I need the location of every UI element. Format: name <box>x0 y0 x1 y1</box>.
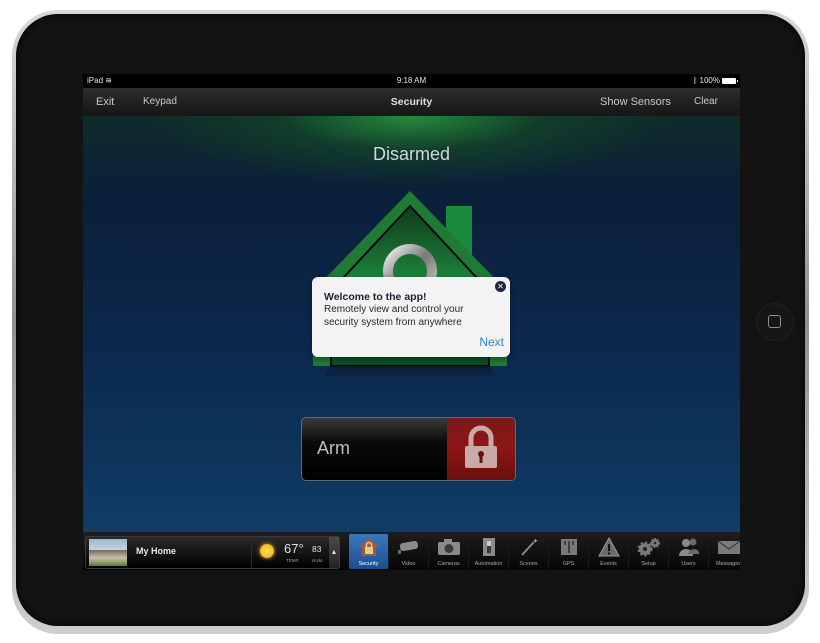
arm-status: Disarmed <box>372 144 451 164</box>
battery-icon <box>722 78 738 84</box>
lock-icon <box>465 425 497 468</box>
temperature-label: TEMP. <box>286 558 300 563</box>
clock: 9:18 AM <box>396 76 427 85</box>
tab-label: Messages <box>715 561 740 567</box>
svg-text:✦: ✦ <box>533 538 538 545</box>
humidity-value: 83 <box>312 544 322 554</box>
home-square-icon <box>768 315 781 328</box>
envelope-icon <box>717 540 740 554</box>
temperature-value: 67° <box>284 541 304 556</box>
tab-label: Video <box>401 561 416 567</box>
chevron-up-icon: ▲ <box>330 549 338 556</box>
popup-title: Welcome to the app! <box>324 291 427 303</box>
home-photo <box>89 539 127 566</box>
tab-video[interactable]: Video <box>389 534 429 569</box>
humidity-label: HUM. <box>312 558 324 563</box>
popup-body: Remotely view and control your security … <box>324 304 464 328</box>
arm-button[interactable]: Arm <box>301 417 516 481</box>
switch-icon <box>482 538 495 556</box>
tab-users[interactable]: Users <box>669 534 709 569</box>
battery-percent: 100% <box>699 76 720 85</box>
house-lock-icon <box>358 538 379 556</box>
tab-security[interactable]: Security <box>349 534 389 569</box>
divider <box>251 537 252 568</box>
tab-label: Scenes <box>519 561 538 567</box>
welcome-popup: ✕ Welcome to the app! Remotely view and … <box>312 277 510 357</box>
tab-label: Cameras <box>437 561 460 567</box>
tab-setup[interactable]: Setup <box>629 534 669 569</box>
users-icon <box>678 538 699 556</box>
tab-scenes[interactable]: ✦ Scenes <box>509 534 549 569</box>
tab-messages[interactable]: Messages <box>709 534 740 569</box>
video-camera-icon <box>397 540 418 554</box>
map-icon <box>560 539 577 555</box>
expand-up-button[interactable]: ▲ <box>329 537 339 568</box>
home-button[interactable] <box>757 304 793 340</box>
tab-label: GPS <box>562 561 575 567</box>
gears-icon <box>637 538 660 557</box>
warning-icon <box>597 537 620 557</box>
house-reflection <box>324 366 496 376</box>
status-bar: iPad ≋ 9:18 AM ᛒ 100% <box>83 74 740 88</box>
tab-events[interactable]: Events <box>589 534 629 569</box>
app-screen: iPad ≋ 9:18 AM ᛒ 100% Exit Keypad Securi… <box>83 74 740 570</box>
bottom-toolbar: My Home 67° TEMP. 83 HUM. ▲ Security Vid… <box>83 531 740 570</box>
tab-label: Users <box>681 561 696 567</box>
tab-label: Events <box>600 561 617 567</box>
tab-gps[interactable]: GPS <box>549 534 589 569</box>
sun-icon <box>260 544 274 558</box>
tab-label: Setup <box>641 561 656 567</box>
home-name: My Home <box>136 546 177 556</box>
tab-label: Automation <box>474 561 503 567</box>
battery-status: ᛒ 100% <box>692 74 738 88</box>
security-panel: Disarmed ✕ Welcome to the app! Remotely … <box>83 116 740 531</box>
tab-cameras[interactable]: Cameras <box>429 534 469 569</box>
tab-bar: Security Video Cameras Automation ✦ Scen… <box>349 534 740 569</box>
arm-label: Arm <box>317 438 350 458</box>
magic-wand-icon: ✦ <box>520 538 538 556</box>
home-location-card[interactable]: My Home 67° TEMP. 83 HUM. ▲ <box>85 536 340 569</box>
arm-lock-area <box>447 418 515 480</box>
next-button[interactable]: Next <box>479 335 504 349</box>
camera-icon <box>437 539 460 555</box>
tab-label: Security <box>358 561 379 567</box>
nav-bar: Exit Keypad Security Show Sensors Clear <box>83 88 740 117</box>
tab-automation[interactable]: Automation <box>469 534 509 569</box>
clear-button[interactable]: Clear <box>694 88 718 116</box>
close-icon[interactable]: ✕ <box>495 281 506 292</box>
show-sensors-button[interactable]: Show Sensors <box>600 88 671 116</box>
bluetooth-icon: ᛒ <box>692 76 698 85</box>
